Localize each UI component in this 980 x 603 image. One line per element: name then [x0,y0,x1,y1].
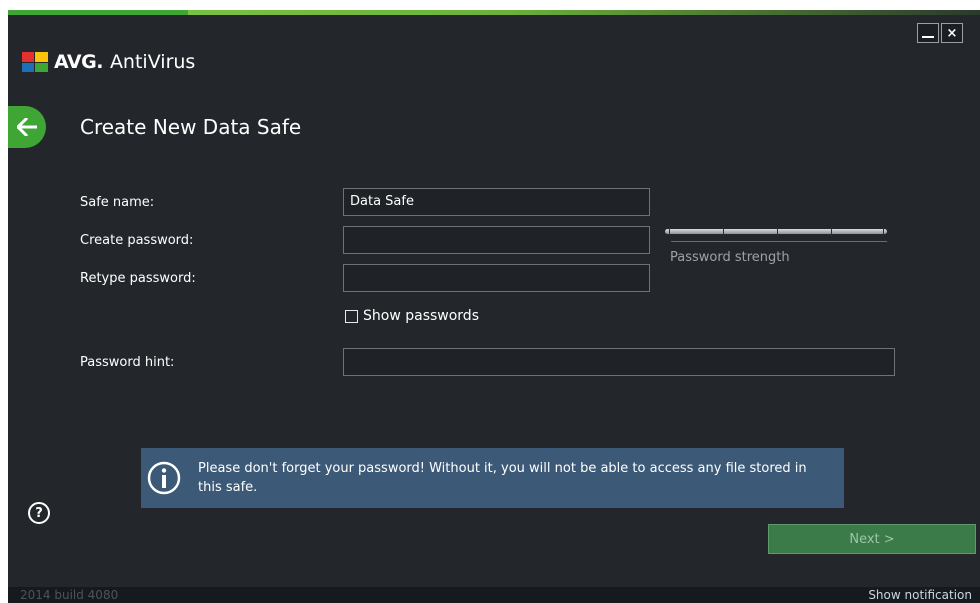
avg-logo-icon [22,52,48,72]
build-version: 2014 build 4080 [20,588,119,602]
app-logo: AVG. AntiVirus [22,51,195,73]
product-name: AntiVirus [109,51,196,73]
info-banner: Please don't forget your password! Witho… [141,448,844,508]
page-title: Create New Data Safe [80,115,302,139]
safe-name-label: Safe name: [80,195,155,210]
minimize-icon [922,36,934,38]
accent-bar-segment [8,10,188,15]
minimize-button[interactable] [917,23,939,43]
show-notification-link[interactable]: Show notification [868,588,972,602]
password-hint-label: Password hint: [80,355,175,370]
strength-underline [671,241,887,242]
strength-tick [777,227,778,236]
create-password-label: Create password: [80,233,194,248]
create-password-input[interactable] [343,226,650,254]
avg-window: × AVG. AntiVirus Create New Data Safe Sa… [8,10,980,603]
close-button[interactable]: × [941,23,963,43]
password-strength-meter [665,226,893,248]
info-message: Please don't forget your password! Witho… [198,461,807,495]
strength-tick [883,227,884,236]
strength-tick [831,227,832,236]
safe-name-input[interactable]: Data Safe [343,188,650,216]
status-footer: 2014 build 4080 Show notification [8,587,980,603]
back-button[interactable] [8,106,46,148]
top-accent-bar [8,10,980,18]
help-button[interactable]: ? [28,502,50,524]
retype-password-label: Retype password: [80,271,196,286]
show-passwords-option[interactable]: Show passwords [345,308,479,324]
close-icon: × [946,25,958,41]
info-icon [147,461,181,495]
help-icon: ? [35,505,43,521]
password-strength-label: Password strength [670,250,790,265]
show-passwords-checkbox[interactable] [345,309,358,323]
strength-tick [669,227,670,236]
retype-password-input[interactable] [343,264,650,292]
next-button[interactable]: Next > [768,524,976,554]
strength-tick [723,227,724,236]
arrow-left-icon [17,118,37,136]
password-strength-bar [665,229,887,234]
brand-name: AVG. [54,51,103,73]
password-hint-input[interactable] [343,348,895,376]
accent-bar-segment [188,10,980,15]
show-passwords-label[interactable]: Show passwords [363,308,479,324]
